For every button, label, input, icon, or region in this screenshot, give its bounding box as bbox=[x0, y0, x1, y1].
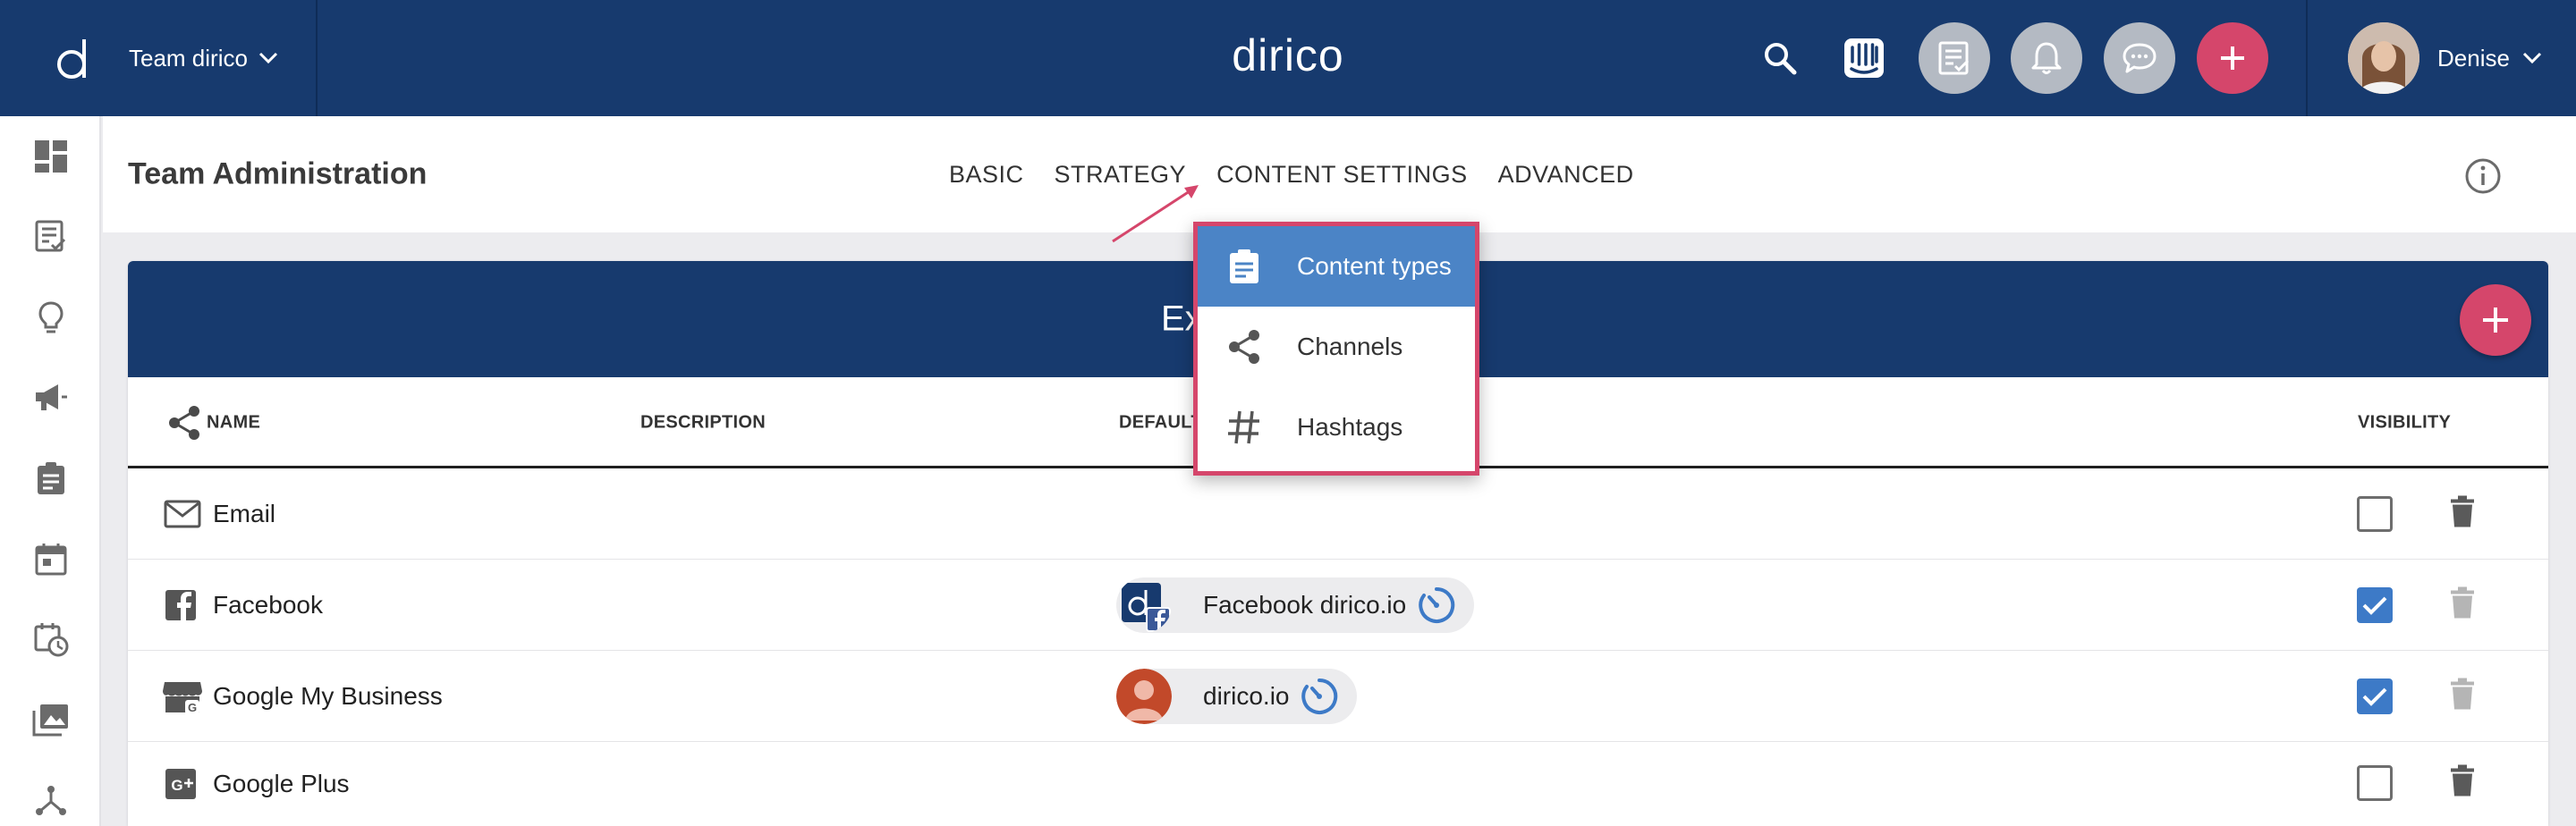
check-icon bbox=[2362, 596, 2387, 615]
content-icon bbox=[35, 220, 65, 252]
visibility-checkbox[interactable] bbox=[2357, 495, 2393, 532]
intercom-icon[interactable] bbox=[1842, 36, 1886, 80]
topbar-divider bbox=[2306, 0, 2308, 116]
email-icon bbox=[164, 500, 201, 528]
bell-icon bbox=[2031, 42, 2062, 74]
avatar bbox=[2348, 22, 2419, 94]
default-account-chip[interactable]: dirico.io bbox=[1116, 668, 1358, 724]
megaphone-icon bbox=[35, 384, 67, 410]
sidebar-item-workflow[interactable] bbox=[0, 760, 101, 826]
visibility-checkbox[interactable] bbox=[2357, 765, 2393, 801]
default-account-label: Facebook dirico.io bbox=[1203, 590, 1407, 619]
default-account-label: dirico.io bbox=[1203, 681, 1290, 710]
share-icon bbox=[1226, 328, 1262, 366]
sidebar-item-media[interactable] bbox=[0, 679, 101, 760]
sidebar-item-ideas[interactable] bbox=[0, 277, 101, 358]
page-header: Team Administration BASIC STRATEGY CONTE… bbox=[103, 116, 2576, 232]
sidebar-item-calendar[interactable] bbox=[0, 518, 101, 599]
info-icon[interactable] bbox=[2464, 157, 2502, 199]
hashtag-icon bbox=[1226, 409, 1262, 446]
ideas-icon bbox=[38, 301, 64, 333]
menu-item-content-types[interactable]: Content types bbox=[1198, 226, 1475, 307]
sidebar-item-dashboard[interactable] bbox=[0, 116, 101, 197]
schedule-icon bbox=[34, 623, 68, 657]
dashboard-icon bbox=[34, 140, 67, 173]
menu-item-label: Channels bbox=[1297, 333, 1403, 360]
svg-text:G: G bbox=[188, 701, 197, 714]
plus-icon bbox=[2483, 308, 2508, 333]
chat-icon bbox=[2123, 43, 2157, 73]
top-bar: Team dirico dirico Denise bbox=[0, 0, 2576, 116]
account-avatar bbox=[1116, 668, 1172, 724]
plus-icon bbox=[2221, 46, 2244, 70]
media-icon bbox=[32, 704, 68, 737]
google-plus-icon: G bbox=[164, 767, 198, 801]
menu-item-hashtags[interactable]: Hashtags bbox=[1198, 387, 1475, 468]
user-name: Denise bbox=[2437, 44, 2510, 72]
notifications-button[interactable] bbox=[2011, 22, 2082, 94]
clipboard-icon bbox=[1226, 248, 1262, 285]
delete-icon[interactable] bbox=[2449, 495, 2476, 532]
delete-icon[interactable] bbox=[2449, 586, 2476, 623]
add-channel-button[interactable] bbox=[2460, 284, 2531, 356]
share-icon bbox=[169, 406, 199, 440]
content-settings-menu: Content types Channels Hashtags bbox=[1193, 222, 1479, 476]
menu-item-label: Content types bbox=[1297, 252, 1452, 280]
page-title: Team Administration bbox=[128, 156, 428, 191]
sidebar-item-tasks[interactable] bbox=[0, 438, 101, 518]
google-my-business-icon: G bbox=[162, 678, 203, 714]
default-account-chip[interactable]: Facebook dirico.io bbox=[1116, 577, 1475, 633]
check-icon bbox=[2362, 687, 2387, 706]
delete-icon[interactable] bbox=[2449, 678, 2476, 714]
clipboard-icon bbox=[37, 462, 64, 494]
column-name[interactable]: NAME bbox=[207, 413, 260, 434]
table-row: Email bbox=[128, 468, 2548, 560]
tab-content-settings[interactable]: CONTENT SETTINGS bbox=[1216, 161, 1468, 189]
channel-name: Email bbox=[213, 499, 276, 527]
menu-item-label: Hashtags bbox=[1297, 413, 1403, 441]
chevron-down-icon bbox=[258, 52, 277, 64]
chat-button[interactable] bbox=[2104, 22, 2175, 94]
visibility-checkbox[interactable] bbox=[2357, 678, 2393, 714]
sidebar-item-schedule[interactable] bbox=[0, 599, 101, 679]
visibility-checkbox[interactable] bbox=[2357, 586, 2393, 623]
menu-item-channels[interactable]: Channels bbox=[1198, 307, 1475, 387]
channel-name: Google My Business bbox=[213, 681, 443, 710]
timer-icon bbox=[1300, 677, 1339, 716]
chevron-down-icon bbox=[2522, 52, 2541, 64]
sidebar-item-campaigns[interactable] bbox=[0, 358, 101, 438]
table-row: G Google Plus bbox=[128, 742, 2548, 826]
sidebar-item-content[interactable] bbox=[0, 197, 101, 277]
team-logo bbox=[36, 18, 116, 98]
workflow-icon bbox=[35, 786, 66, 815]
team-switcher[interactable]: Team dirico bbox=[0, 0, 318, 116]
tab-basic[interactable]: BASIC bbox=[949, 161, 1024, 189]
table-row: Facebook Facebook dirico.io bbox=[128, 560, 2548, 651]
table-row: G Google My Business dirico.io bbox=[128, 651, 2548, 742]
column-visibility[interactable]: VISIBILITY bbox=[2358, 413, 2451, 434]
team-logo-mark bbox=[57, 39, 86, 79]
delete-icon[interactable] bbox=[2449, 764, 2476, 802]
brand-logo: dirico bbox=[1232, 30, 1344, 80]
account-avatar bbox=[1116, 577, 1172, 633]
calendar-icon bbox=[35, 544, 66, 576]
create-button[interactable] bbox=[2197, 22, 2268, 94]
admin-tabs: BASIC STRATEGY CONTENT SETTINGS ADVANCED bbox=[949, 116, 1665, 232]
team-name: Team dirico bbox=[129, 44, 248, 72]
user-menu[interactable]: Denise bbox=[2348, 22, 2542, 94]
facebook-icon bbox=[164, 588, 198, 622]
tasks-icon bbox=[1938, 41, 1970, 75]
channel-name: Facebook bbox=[213, 590, 323, 619]
search-icon[interactable] bbox=[1758, 36, 1802, 80]
tasks-button[interactable] bbox=[1919, 22, 1990, 94]
sidebar bbox=[0, 116, 101, 826]
column-description[interactable]: DESCRIPTION bbox=[640, 413, 766, 434]
channel-name: Google Plus bbox=[213, 770, 350, 797]
svg-text:G: G bbox=[171, 777, 182, 794]
column-default[interactable]: DEFAULT bbox=[1119, 413, 1202, 434]
tab-advanced[interactable]: ADVANCED bbox=[1498, 161, 1634, 189]
timer-icon bbox=[1417, 586, 1456, 625]
